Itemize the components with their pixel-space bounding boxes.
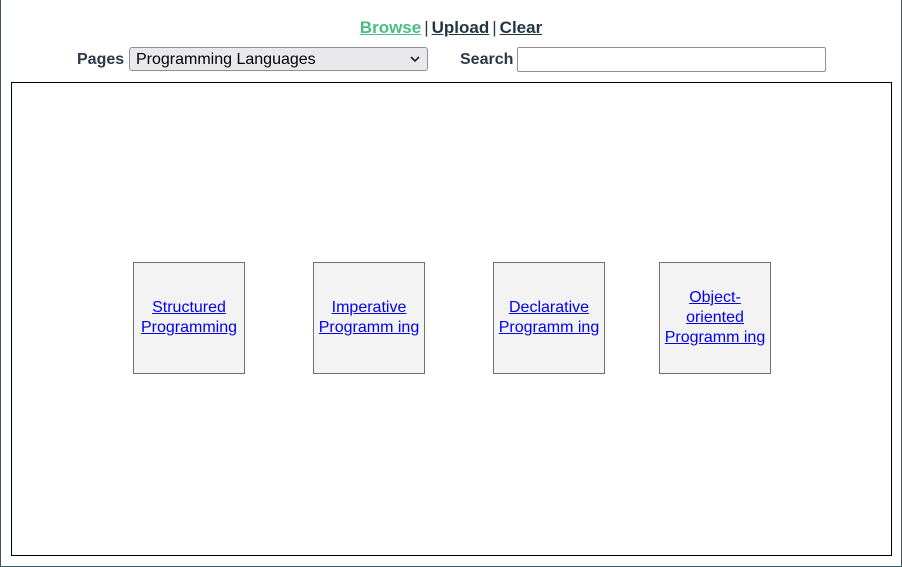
node-label-line: Programm ing (498, 319, 600, 336)
controls-bar: Pages Programming Languages Search (1, 47, 901, 73)
pages-select-value: Programming Languages (136, 51, 316, 68)
graph-canvas: Structured Programming Imperative Progra… (11, 82, 892, 556)
nav-separator: | (492, 18, 497, 37)
upload-link[interactable]: Upload (432, 18, 490, 37)
node-structured-programming: Structured Programming (133, 262, 245, 374)
pages-select[interactable]: Programming Languages (129, 47, 428, 71)
node-label-line: Structured (152, 299, 226, 316)
browse-link[interactable]: Browse (360, 18, 421, 37)
node-label-line: Imperative (331, 299, 407, 316)
node-declarative-programming: Declarative Programm ing (493, 262, 605, 374)
node-link[interactable]: Object- oriented Programm ing (660, 288, 770, 348)
search-label: Search (460, 51, 514, 68)
node-link[interactable]: Declarative Programm ing (494, 298, 604, 338)
chevron-down-icon (410, 56, 420, 63)
node-label-line: Declarative (508, 299, 590, 316)
pages-label: Pages (77, 51, 125, 68)
node-label-line: Programm ing (318, 319, 420, 336)
node-imperative-programming: Imperative Programm ing (313, 262, 425, 374)
search-input[interactable] (517, 47, 826, 72)
node-link[interactable]: Structured Programming (134, 298, 244, 338)
node-label-line: Programming (140, 319, 238, 336)
node-label-line: Programm ing (664, 329, 766, 346)
top-navigation: Browse | Upload | Clear (1, 18, 901, 38)
clear-link[interactable]: Clear (500, 18, 543, 37)
nav-separator: | (424, 18, 429, 37)
node-label-line: oriented (686, 309, 744, 326)
node-link[interactable]: Imperative Programm ing (314, 298, 424, 338)
node-label-line: Object- (689, 289, 741, 306)
node-object-oriented-programming: Object- oriented Programm ing (659, 262, 771, 374)
